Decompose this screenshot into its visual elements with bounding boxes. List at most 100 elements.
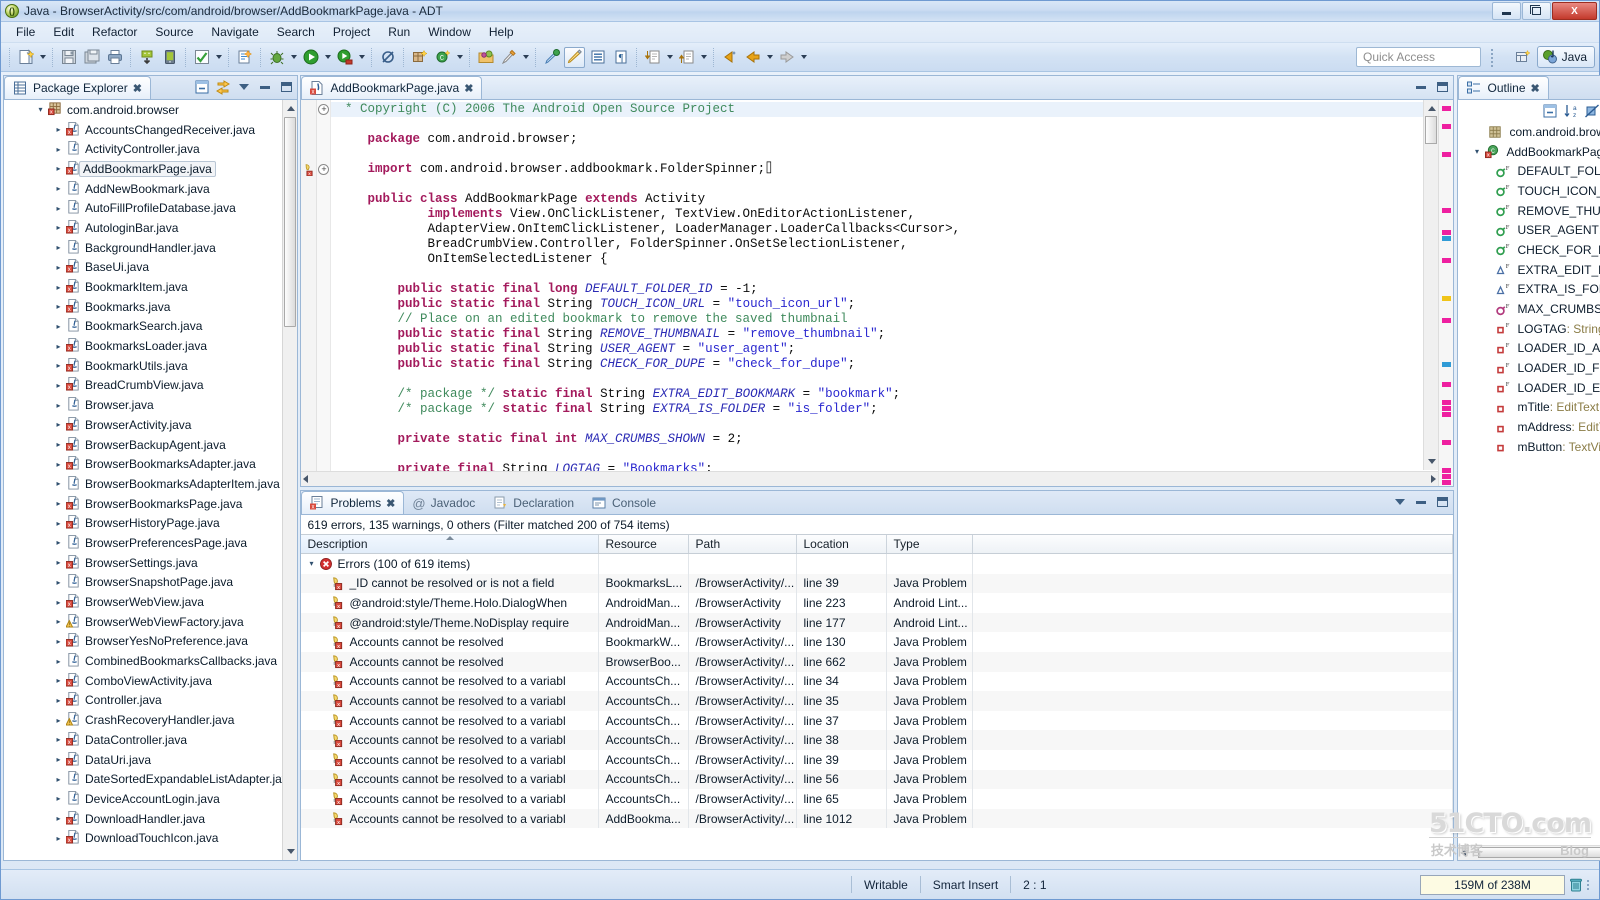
expand-arrow[interactable]: ▸: [52, 164, 65, 173]
column-header-description[interactable]: Description: [301, 535, 600, 553]
table-row[interactable]: x Accounts cannot be resolved BookmarkW...…: [301, 632, 1454, 652]
tree-item[interactable]: ▸ x DownloadHandler.java: [4, 809, 297, 829]
expand-arrow[interactable]: ▸: [52, 381, 65, 390]
menu-edit[interactable]: Edit: [44, 23, 83, 41]
table-row[interactable]: x _ID cannot be resolved or is not a fiel…: [301, 573, 1454, 594]
maximize-view-icon[interactable]: [278, 79, 294, 95]
outline-member-row[interactable]: mButton : TextView: [1458, 437, 1600, 457]
tree-item[interactable]: ▸ x BrowserHistoryPage.java: [4, 513, 297, 533]
menu-source[interactable]: Source: [146, 23, 202, 41]
tree-item[interactable]: ▸ x BrowserWebView.java: [4, 592, 297, 612]
table-row[interactable]: x Accounts cannot be resolved to a variab…: [301, 769, 1454, 790]
link-with-editor-icon[interactable]: [215, 79, 231, 95]
scroll-down-arrow[interactable]: [1426, 456, 1437, 467]
tree-item[interactable]: ▸ BackgroundHandler.java: [4, 238, 297, 258]
outline-member-row[interactable]: FDEFAULT_FOLDER_ID : long: [1458, 161, 1600, 181]
table-row[interactable]: x Accounts cannot be resolved BrowserBoo..…: [301, 651, 1454, 672]
tab-addbookmarkpage-java[interactable]: x AddBookmarkPage.java ✖: [301, 76, 483, 99]
tree-item[interactable]: ▸! BrowserWebViewFactory.java: [4, 612, 297, 632]
forward-icon[interactable]: [776, 47, 797, 68]
expand-arrow[interactable]: ▸: [52, 322, 65, 331]
expand-arrow[interactable]: ▾: [1470, 147, 1483, 156]
save-all-icon[interactable]: [81, 47, 102, 68]
outline-member-row[interactable]: FREMOVE_THUMBNAIL : String: [1458, 201, 1600, 221]
tree-item[interactable]: ▸ CombinedBookmarksCallbacks.java: [4, 651, 297, 671]
tree-root-node[interactable]: ▾ x com.android.browser: [4, 100, 297, 120]
tree-item[interactable]: ▸ Browser.java: [4, 395, 297, 415]
expand-arrow[interactable]: ▸: [52, 499, 65, 508]
table-row[interactable]: x Accounts cannot be resolved to a variab…: [301, 808, 1454, 829]
trash-icon[interactable]: [1567, 875, 1585, 895]
collapse-all-icon[interactable]: [194, 79, 210, 95]
tree-item[interactable]: ▸ x AddBookmarkPage.java: [4, 159, 297, 179]
new-java-class-icon[interactable]: C: [432, 47, 453, 68]
table-row[interactable]: x Accounts cannot be resolved to a variab…: [301, 730, 1454, 750]
perspective-java[interactable]: Java: [1536, 46, 1595, 68]
scroll-right-arrow[interactable]: [1431, 475, 1437, 483]
close-icon[interactable]: ✖: [1531, 82, 1540, 95]
tree-item[interactable]: ▸ x BrowserBookmarksPage.java: [4, 494, 297, 514]
outline-member-row[interactable]: FLOADER_ID_ACCOUNTS : int: [1458, 339, 1600, 359]
new-wizard-icon[interactable]: [15, 47, 36, 68]
overview-ruler[interactable]: [1438, 100, 1454, 486]
tree-item[interactable]: ▸! CrashRecoveryHandler.java: [4, 710, 297, 730]
overview-marker[interactable]: [1442, 400, 1452, 405]
code-text[interactable]: * Copyright (C) 2006 The Android Open So…: [331, 100, 1439, 486]
overview-marker[interactable]: [1442, 382, 1452, 387]
search-dropdown-arrow[interactable]: [520, 47, 531, 68]
forward-dropdown-arrow[interactable]: [798, 47, 809, 68]
outline-member-row[interactable]: FEXTRA_EDIT_BOOKMARK : Strir: [1458, 260, 1600, 280]
scroll-left-arrow[interactable]: [303, 475, 309, 483]
expand-arrow[interactable]: ▸: [52, 657, 65, 666]
menu-refactor[interactable]: Refactor: [83, 23, 146, 41]
package-tree[interactable]: ▾ x com.android.browser ▸ x AccountsChangedRe…: [4, 100, 298, 860]
next-annotation-icon[interactable]: [642, 47, 663, 68]
tree-item[interactable]: ▸ x BrowserSettings.java: [4, 553, 297, 573]
overview-marker[interactable]: [1442, 412, 1452, 417]
expand-arrow[interactable]: ▸: [52, 479, 65, 488]
toggle-block-icon[interactable]: [587, 47, 608, 68]
outline-member-row[interactable]: FTOUCH_ICON_URL : String: [1458, 181, 1600, 201]
tab-declaration[interactable]: Declaration: [484, 491, 583, 514]
expand-arrow[interactable]: ▸: [52, 834, 65, 843]
menu-run[interactable]: Run: [379, 23, 419, 41]
table-row[interactable]: x @android:style/Theme.Holo.DialogWhen And…: [301, 593, 1454, 613]
save-icon[interactable]: [58, 47, 79, 68]
tab-javadoc[interactable]: @ Javadoc: [404, 491, 484, 514]
tree-item[interactable]: ▸ x BrowserActivity.java: [4, 415, 297, 435]
table-row[interactable]: x @android:style/Theme.NoDisplay require A…: [301, 612, 1454, 633]
overview-marker[interactable]: [1442, 474, 1452, 479]
class-dropdown-arrow[interactable]: [454, 47, 465, 68]
close-button[interactable]: X: [1552, 2, 1597, 20]
view-menu-icon[interactable]: [236, 79, 252, 95]
annotation-ruler[interactable]: x: [301, 100, 318, 486]
tree-item[interactable]: ▸ x BreadCrumbView.java: [4, 376, 297, 396]
overview-marker[interactable]: [1442, 106, 1452, 111]
menu-window[interactable]: Window: [419, 23, 480, 41]
outline-member-row[interactable]: F LOADER_ID_FOLDER_CONTENT: [1458, 358, 1600, 378]
tree-item[interactable]: ▸ DeviceAccountLogin.java: [4, 789, 297, 809]
minimize-view-icon[interactable]: [257, 79, 273, 95]
outline-class-row[interactable]: ▾ Cx AddBookmarkPage: [1458, 142, 1600, 162]
quick-access-input[interactable]: Quick Access: [1356, 47, 1481, 67]
scroll-thumb[interactable]: [284, 117, 297, 327]
minimize-editor-icon[interactable]: [1413, 79, 1429, 95]
expand-arrow[interactable]: ▸: [52, 775, 65, 784]
tree-item[interactable]: ▸ x BrowserBackupAgent.java: [4, 435, 297, 455]
expand-arrow[interactable]: ▾: [34, 105, 47, 114]
expand-arrow[interactable]: ▸: [52, 223, 65, 232]
overview-marker[interactable]: [1442, 124, 1452, 129]
expand-arrow[interactable]: ▸: [52, 302, 65, 311]
tree-item[interactable]: ▸ ActivityController.java: [4, 139, 297, 159]
tree-item[interactable]: ▸ x AutologinBar.java: [4, 218, 297, 238]
search-icon[interactable]: [498, 47, 519, 68]
next-dropdown-arrow[interactable]: [664, 47, 675, 68]
menu-navigate[interactable]: Navigate: [202, 23, 267, 41]
tree-item[interactable]: ▸ x Controller.java: [4, 691, 297, 711]
back-dropdown-arrow[interactable]: [764, 47, 775, 68]
table-row[interactable]: x Accounts cannot be resolved to a variab…: [301, 671, 1454, 692]
restore-button[interactable]: [1522, 2, 1551, 20]
expand-arrow[interactable]: ▸: [52, 243, 65, 252]
tree-item[interactable]: ▸ x AccountsChangedReceiver.java: [4, 120, 297, 140]
tree-item[interactable]: ▸ x BaseUi.java: [4, 258, 297, 278]
